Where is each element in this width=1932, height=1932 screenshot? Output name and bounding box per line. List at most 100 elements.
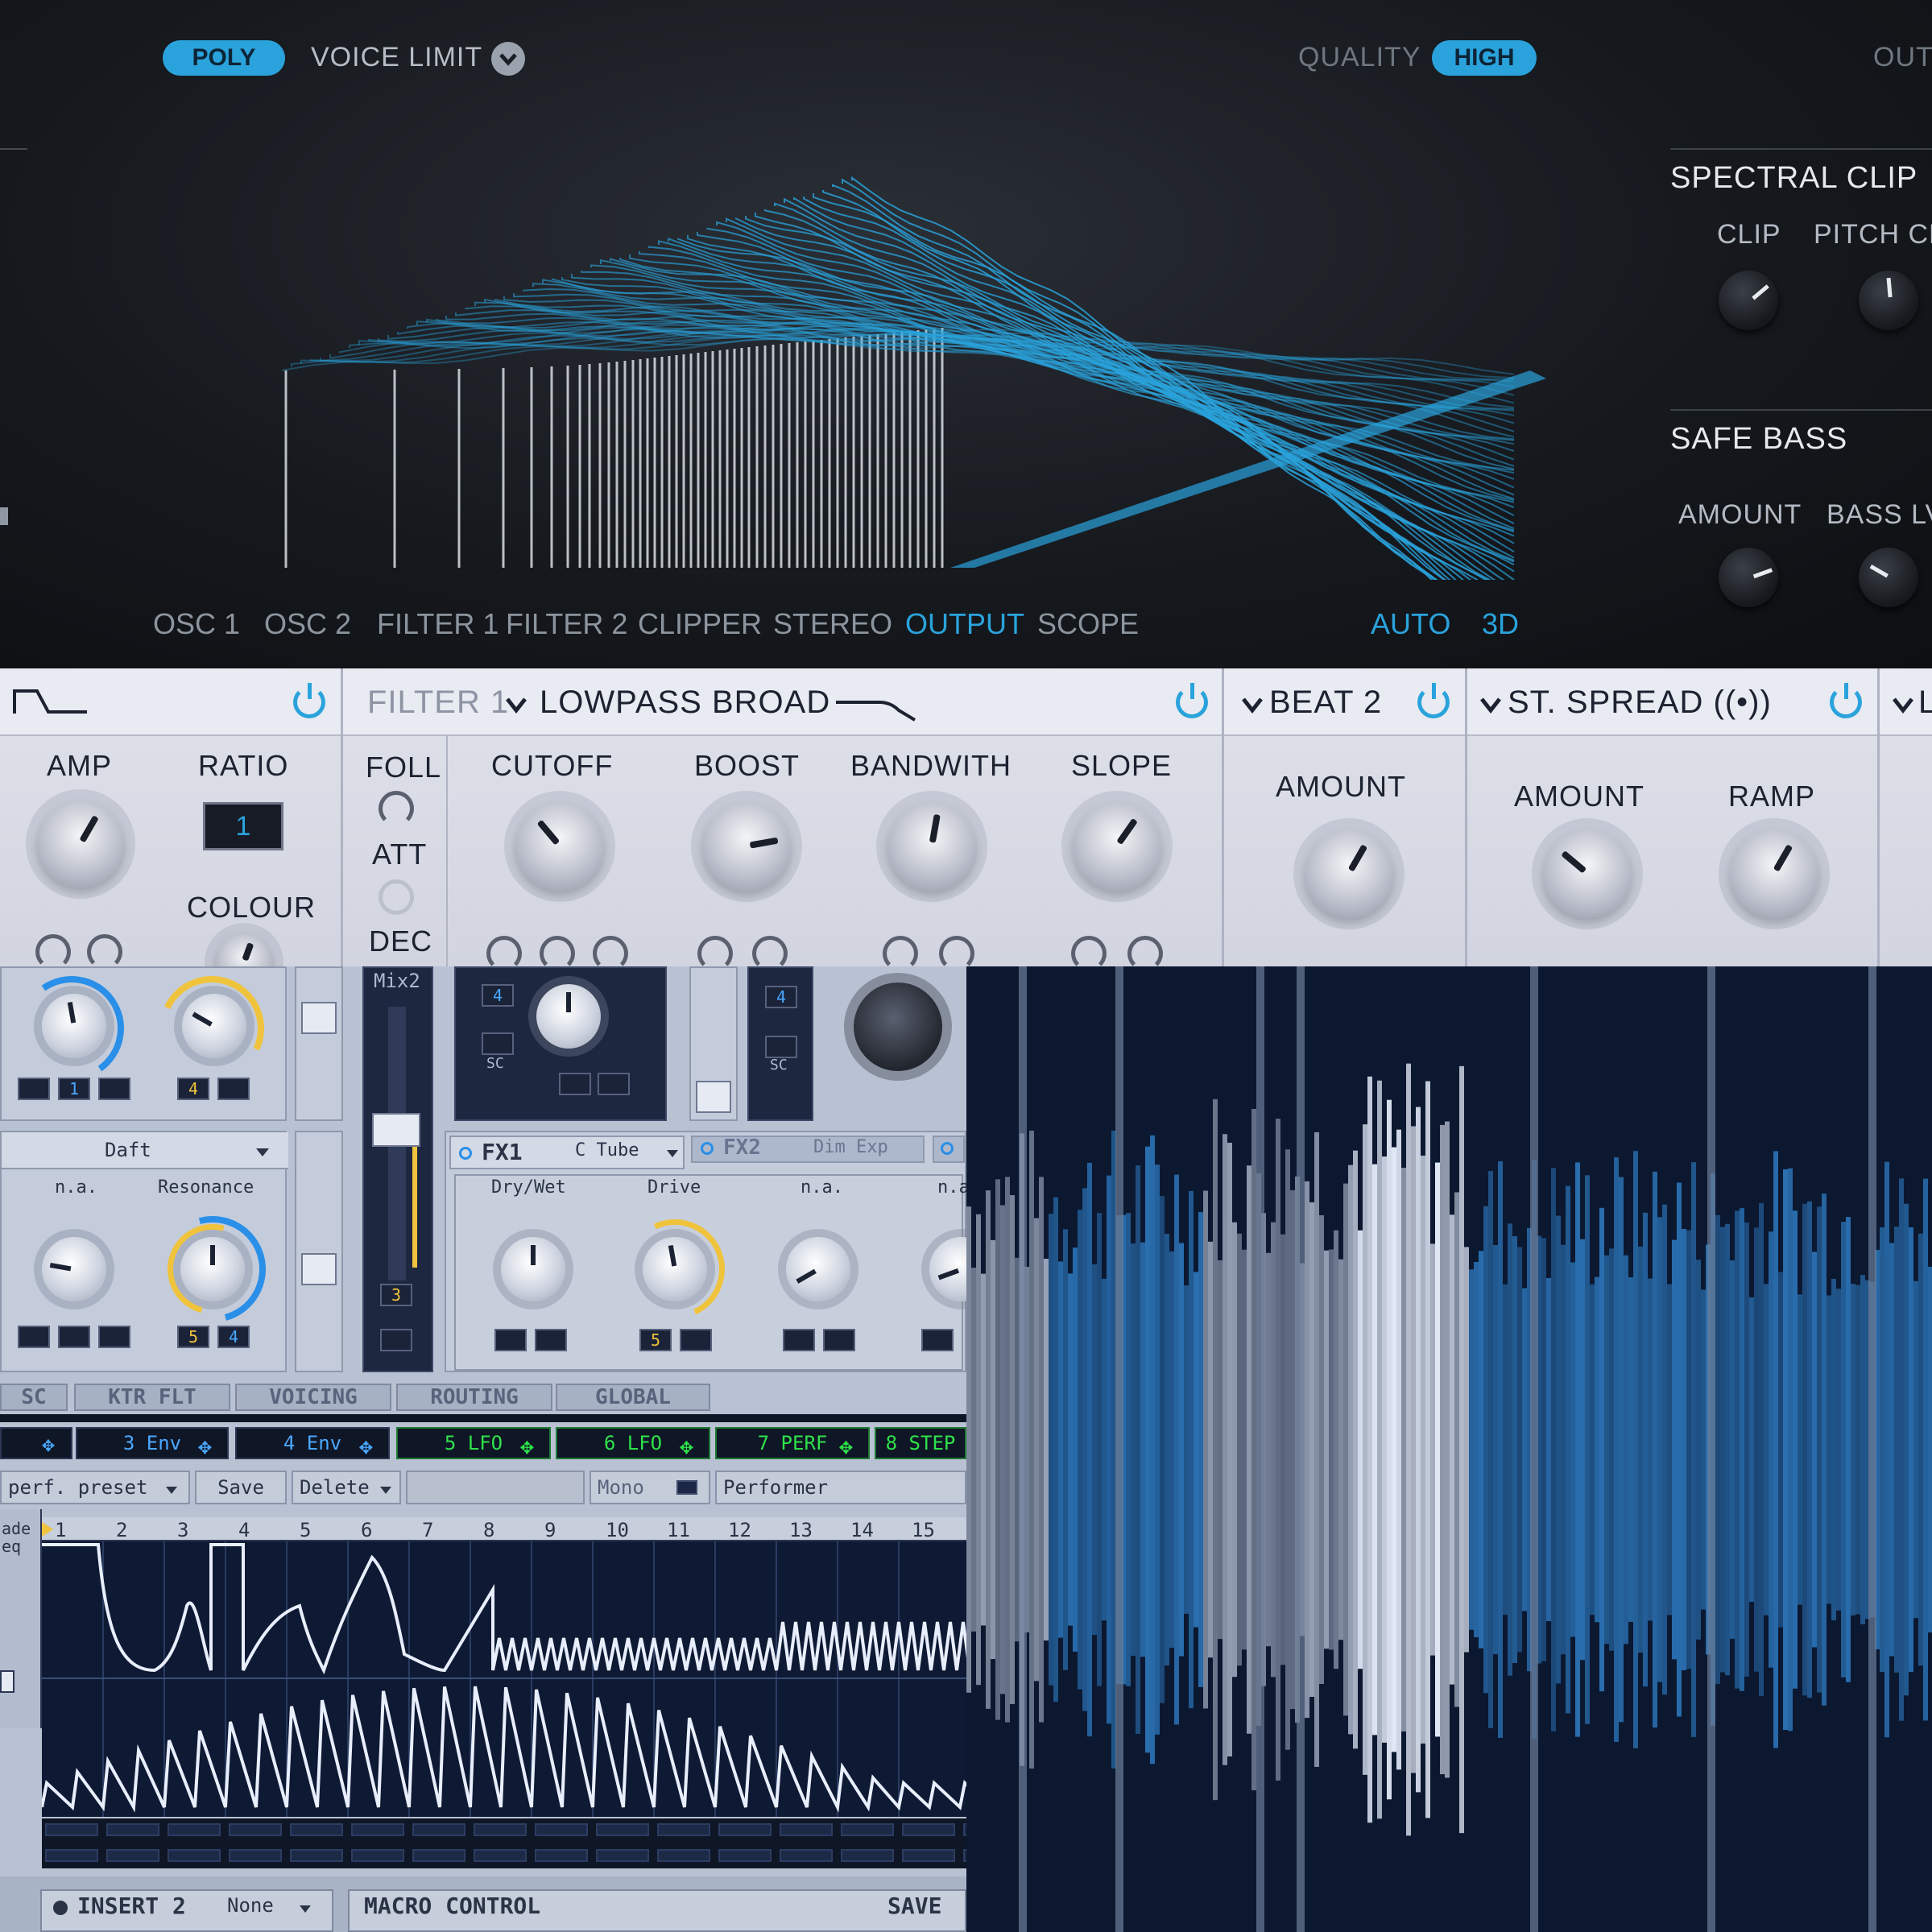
mod-slot[interactable]: 5 (639, 1329, 672, 1351)
attack-ring[interactable] (379, 879, 414, 915)
filter-knob-a[interactable] (42, 1237, 106, 1301)
mod-slot[interactable] (58, 1326, 90, 1348)
move-icon[interactable]: ✥ (37, 1433, 60, 1456)
mod-slot[interactable]: 3 (380, 1284, 412, 1306)
tab-clipper[interactable]: CLIPPER (638, 607, 762, 641)
step-cell[interactable] (535, 1849, 588, 1862)
fx2-type[interactable]: Dim Exp (813, 1137, 888, 1157)
step-cell[interactable] (474, 1823, 527, 1836)
mod-ring[interactable] (87, 934, 122, 970)
step-cell[interactable] (45, 1849, 98, 1862)
mod-tab-2[interactable]: ✥ (0, 1427, 72, 1459)
waveform-view[interactable] (966, 966, 1932, 1932)
step-cell[interactable] (657, 1823, 710, 1836)
chevron-down-icon[interactable] (166, 1487, 177, 1494)
tab-sc[interactable]: SC (0, 1384, 68, 1411)
amp-knob[interactable] (37, 801, 124, 887)
step-number[interactable]: 13 (789, 1519, 813, 1541)
bandwidth-knob[interactable] (887, 802, 976, 891)
tab-routing[interactable]: ROUTING (396, 1384, 552, 1411)
slope-knob[interactable] (1073, 802, 1161, 891)
fader-handle[interactable] (301, 1002, 337, 1034)
chevron-down-icon[interactable] (667, 1150, 678, 1157)
mod-slot[interactable]: 4 (177, 1078, 209, 1100)
power-icon[interactable] (293, 683, 325, 718)
step-cell[interactable] (718, 1849, 772, 1862)
mono-checkbox[interactable] (676, 1480, 697, 1495)
auto-toggle[interactable]: AUTO (1371, 607, 1450, 641)
step-number[interactable]: 7 (422, 1519, 433, 1541)
step-number[interactable]: 10 (606, 1519, 629, 1541)
ratio-display[interactable]: 1 (203, 802, 283, 850)
mod-slot[interactable] (680, 1329, 712, 1351)
voice-limit-label[interactable]: VOICE LIMIT (311, 42, 482, 73)
fx1-power-icon[interactable] (459, 1147, 472, 1160)
move-icon[interactable]: ✥ (359, 1432, 373, 1461)
beat-title[interactable]: BEAT 2 (1269, 685, 1382, 721)
tab-filter1[interactable]: FILTER 1 (377, 607, 499, 641)
mod-slot[interactable]: 4 (482, 984, 514, 1007)
move-icon[interactable]: ✥ (680, 1432, 693, 1461)
step-cell[interactable] (106, 1849, 159, 1862)
chevron-down-icon[interactable] (380, 1487, 391, 1494)
fader-handle[interactable] (301, 1253, 337, 1285)
mod-slot[interactable] (535, 1329, 567, 1351)
step-cell[interactable] (168, 1849, 221, 1862)
macro-save-button[interactable]: SAVE (887, 1893, 941, 1919)
step-number[interactable]: 5 (300, 1519, 311, 1541)
insert-value-dropdown[interactable]: None (227, 1894, 274, 1917)
step-cell[interactable] (535, 1823, 588, 1836)
step-cell[interactable] (841, 1849, 894, 1862)
step-cell[interactable] (290, 1823, 343, 1836)
mod-tab-7-perf[interactable]: 7 PERF ✥ (715, 1427, 870, 1459)
mod-slot[interactable] (559, 1073, 591, 1095)
tab-ktr-flt[interactable]: KTR FLT (74, 1384, 230, 1411)
mod-slot[interactable]: 5 (177, 1326, 209, 1348)
tab-osc1[interactable]: OSC 1 (153, 607, 240, 641)
spread-title[interactable]: ST. SPREAD ((•)) (1508, 685, 1772, 721)
mod-slot[interactable] (823, 1329, 855, 1351)
step-cell[interactable] (596, 1823, 649, 1836)
step-number[interactable]: 2 (116, 1519, 127, 1541)
fx3-power-icon[interactable] (941, 1142, 954, 1155)
chevron-down-icon[interactable] (491, 42, 525, 76)
follow-ring[interactable] (379, 791, 414, 826)
step-cell[interactable] (229, 1849, 282, 1862)
step-cell[interactable] (718, 1823, 772, 1836)
3d-toggle[interactable]: 3D (1482, 607, 1519, 641)
fx2-power-icon[interactable] (701, 1142, 714, 1155)
tab-voicing[interactable]: VOICING (235, 1384, 391, 1411)
mod-slot[interactable] (765, 1036, 797, 1058)
step-cell[interactable] (902, 1849, 955, 1862)
waveform-marker[interactable] (1297, 966, 1305, 1932)
step-cell[interactable] (45, 1823, 98, 1836)
chevron-down-icon[interactable] (1240, 693, 1264, 717)
mod-slot[interactable] (18, 1078, 50, 1100)
drywet-knob[interactable] (501, 1237, 565, 1301)
step-cell[interactable] (168, 1823, 221, 1836)
step-number[interactable]: 15 (912, 1519, 935, 1541)
fader-handle[interactable] (696, 1081, 731, 1113)
tab-output[interactable]: OUTPUT (905, 607, 1024, 641)
move-icon[interactable]: ✥ (520, 1432, 534, 1461)
tab-filter2[interactable]: FILTER 2 (506, 607, 627, 641)
step-number[interactable]: 14 (850, 1519, 874, 1541)
power-icon[interactable] (1176, 683, 1208, 718)
step-number[interactable]: 9 (544, 1519, 556, 1541)
fx-knob-3[interactable] (786, 1237, 850, 1301)
step-cell[interactable] (902, 1823, 955, 1836)
perf-preset-dropdown[interactable]: perf. preset (0, 1471, 190, 1504)
step-cell[interactable] (412, 1849, 465, 1862)
voice-knob[interactable] (536, 984, 601, 1049)
side-handle[interactable] (0, 1670, 14, 1693)
step-cell[interactable] (351, 1849, 404, 1862)
mod-slot[interactable] (482, 1032, 514, 1055)
waveform-marker[interactable] (1868, 966, 1876, 1932)
step-cell[interactable] (290, 1849, 343, 1862)
step-number[interactable]: 6 (361, 1519, 372, 1541)
chevron-down-icon[interactable] (256, 1148, 269, 1156)
empty-field[interactable] (406, 1471, 585, 1504)
step-cell[interactable] (596, 1849, 649, 1862)
lfo-display[interactable] (42, 1541, 966, 1817)
mod-tab-5-lfo[interactable]: 5 LFO ✥ (396, 1427, 551, 1459)
